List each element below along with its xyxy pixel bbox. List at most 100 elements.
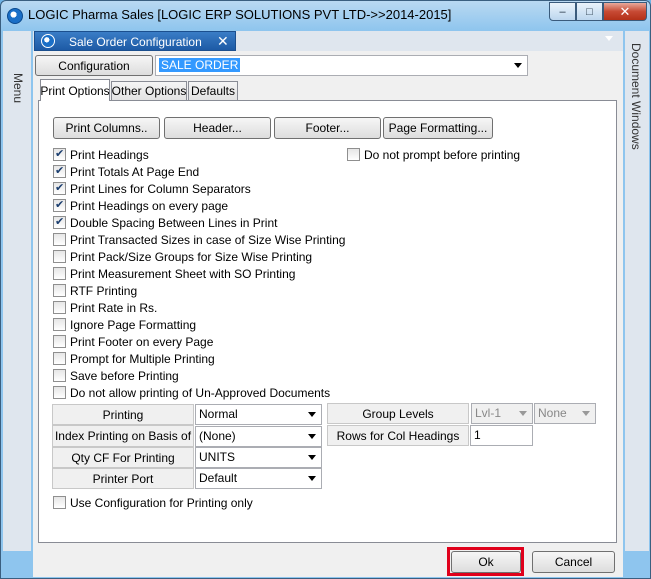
print-option-row[interactable]: Double Spacing Between Lines in Print xyxy=(53,215,277,230)
print-option-row[interactable]: Print Footer on every Page xyxy=(53,334,213,349)
checkbox[interactable] xyxy=(53,147,66,161)
print-option-row[interactable]: Do not allow printing of Un-Approved Doc… xyxy=(53,385,330,400)
print-option-row[interactable]: Print Totals At Page End xyxy=(53,164,199,179)
minimize-button[interactable]: – xyxy=(549,2,576,21)
checkbox-label: Print Transacted Sizes in case of Size W… xyxy=(70,232,346,247)
checkbox[interactable] xyxy=(53,267,66,280)
print-option-row[interactable]: Print Lines for Column Separators xyxy=(53,181,251,196)
chevron-down-icon xyxy=(519,411,527,416)
checkbox[interactable] xyxy=(53,386,66,399)
checkbox-label: RTF Printing xyxy=(70,283,138,298)
chevron-down-icon xyxy=(308,455,316,460)
index-printing-select[interactable]: (None) xyxy=(195,426,322,447)
app-logo-icon xyxy=(7,8,23,24)
checkbox-label: Print Footer on every Page xyxy=(70,334,214,349)
checkbox-label: Print Totals At Page End xyxy=(70,164,200,179)
printing-select[interactable]: Normal xyxy=(195,404,322,425)
page-formatting-button[interactable]: Page Formatting... xyxy=(383,117,493,139)
no-prompt-checkbox-row[interactable]: Do not prompt before printing xyxy=(347,147,520,162)
checkbox-label: Ignore Page Formatting xyxy=(70,317,197,332)
rows-for-col-headings-input[interactable]: 1 xyxy=(470,425,533,446)
checkbox[interactable] xyxy=(53,352,66,365)
checkbox[interactable] xyxy=(53,164,66,178)
tab-print-options[interactable]: Print Options xyxy=(40,79,110,101)
print-option-row[interactable]: Prompt for Multiple Printing xyxy=(53,351,215,366)
chevron-down-icon xyxy=(308,412,316,417)
checkbox-label: Print Headings on every page xyxy=(70,198,229,213)
group-levels-label: Group Levels xyxy=(327,403,469,424)
header-button[interactable]: Header... xyxy=(164,117,271,139)
print-option-row[interactable]: Save before Printing xyxy=(53,368,179,383)
print-columns-button[interactable]: Print Columns.. xyxy=(53,117,160,139)
checkbox-label: Double Spacing Between Lines in Print xyxy=(70,215,278,230)
application-window: LOGIC Pharma Sales [LOGIC ERP SOLUTIONS … xyxy=(0,0,651,579)
print-option-row[interactable]: Print Transacted Sizes in case of Size W… xyxy=(53,232,345,247)
checkbox[interactable] xyxy=(53,181,66,195)
checkbox[interactable] xyxy=(53,215,66,229)
print-option-row[interactable]: RTF Printing xyxy=(53,283,137,298)
checkbox[interactable] xyxy=(347,148,360,161)
checkbox-label: Print Measurement Sheet with SO Printing xyxy=(70,266,296,281)
document-windows-panel[interactable]: Document Windows xyxy=(625,31,649,551)
window-title: LOGIC Pharma Sales [LOGIC ERP SOLUTIONS … xyxy=(28,7,452,22)
checkbox[interactable] xyxy=(53,301,66,314)
index-printing-label: Index Printing on Basis of xyxy=(52,425,194,447)
cancel-button[interactable]: Cancel xyxy=(532,551,615,573)
checkbox[interactable] xyxy=(53,250,66,263)
printer-port-label: Printer Port xyxy=(52,468,194,489)
checkbox-label: Print Headings xyxy=(70,147,149,162)
configuration-select[interactable]: SALE ORDER xyxy=(155,55,528,76)
group-levels-secondary-select[interactable]: None xyxy=(534,403,596,424)
title-bar[interactable]: LOGIC Pharma Sales [LOGIC ERP SOLUTIONS … xyxy=(1,1,651,29)
use-config-checkbox-row[interactable]: Use Configuration for Printing only xyxy=(53,495,253,510)
group-levels-select[interactable]: Lvl-1 xyxy=(471,403,533,424)
checkbox[interactable] xyxy=(53,318,66,331)
tab-strip-dropdown-icon[interactable] xyxy=(605,36,613,41)
checkbox-label: Save before Printing xyxy=(70,368,179,383)
checkbox-label: Prompt for Multiple Printing xyxy=(70,351,215,366)
printing-value: Normal xyxy=(199,407,238,421)
checkbox-label: Do not prompt before printing xyxy=(364,147,521,162)
rows-for-col-headings-label: Rows for Col Headings xyxy=(327,425,469,446)
document-windows-label: Document Windows xyxy=(629,43,643,150)
checkbox[interactable] xyxy=(53,369,66,382)
qty-cf-value: UNITS xyxy=(199,450,235,464)
side-menu-label: Menu xyxy=(11,73,25,104)
group-levels-value: Lvl-1 xyxy=(475,406,502,420)
printer-port-select[interactable]: Default xyxy=(195,468,322,489)
print-option-row[interactable]: Ignore Page Formatting xyxy=(53,317,196,332)
document-tab-icon xyxy=(41,34,55,48)
ok-highlight-box xyxy=(447,547,524,576)
chevron-down-icon xyxy=(582,411,590,416)
qty-cf-select[interactable]: UNITS xyxy=(195,447,322,468)
document-tab-close-icon[interactable]: ✕ xyxy=(217,33,229,50)
close-button[interactable]: ✕ xyxy=(603,2,647,21)
checkbox[interactable] xyxy=(53,284,66,297)
printing-label: Printing xyxy=(52,404,194,425)
checkbox[interactable] xyxy=(53,335,66,348)
index-printing-value: (None) xyxy=(199,429,236,443)
checkbox-label: Print Pack/Size Groups for Size Wise Pri… xyxy=(70,249,313,264)
document-tab-sale-order-configuration[interactable]: Sale Order Configuration ✕ xyxy=(34,31,236,51)
printer-port-value: Default xyxy=(199,471,238,485)
checkbox[interactable] xyxy=(53,198,66,212)
checkbox[interactable] xyxy=(53,496,66,509)
maximize-button[interactable]: □ xyxy=(576,2,603,21)
print-option-row[interactable]: Print Pack/Size Groups for Size Wise Pri… xyxy=(53,249,312,264)
chevron-down-icon xyxy=(308,476,316,481)
checkbox-label: Do not allow printing of Un-Approved Doc… xyxy=(70,385,331,400)
chevron-down-icon xyxy=(514,63,522,68)
document-tab-label: Sale Order Configuration xyxy=(69,35,202,49)
tab-other-options[interactable]: Other Options xyxy=(111,81,187,100)
side-menu-panel[interactable]: Menu xyxy=(3,31,31,551)
tab-defaults[interactable]: Defaults xyxy=(188,81,238,100)
checkbox-label: Use Configuration for Printing only xyxy=(70,495,253,510)
print-option-row[interactable]: Print Headings xyxy=(53,147,149,162)
footer-button[interactable]: Footer... xyxy=(274,117,381,139)
print-option-row[interactable]: Print Headings on every page xyxy=(53,198,228,213)
configuration-button[interactable]: Configuration xyxy=(35,55,153,76)
print-option-row[interactable]: Print Measurement Sheet with SO Printing xyxy=(53,266,295,281)
group-levels-secondary-value: None xyxy=(538,406,567,420)
print-option-row[interactable]: Print Rate in Rs. xyxy=(53,300,157,315)
checkbox[interactable] xyxy=(53,233,66,246)
